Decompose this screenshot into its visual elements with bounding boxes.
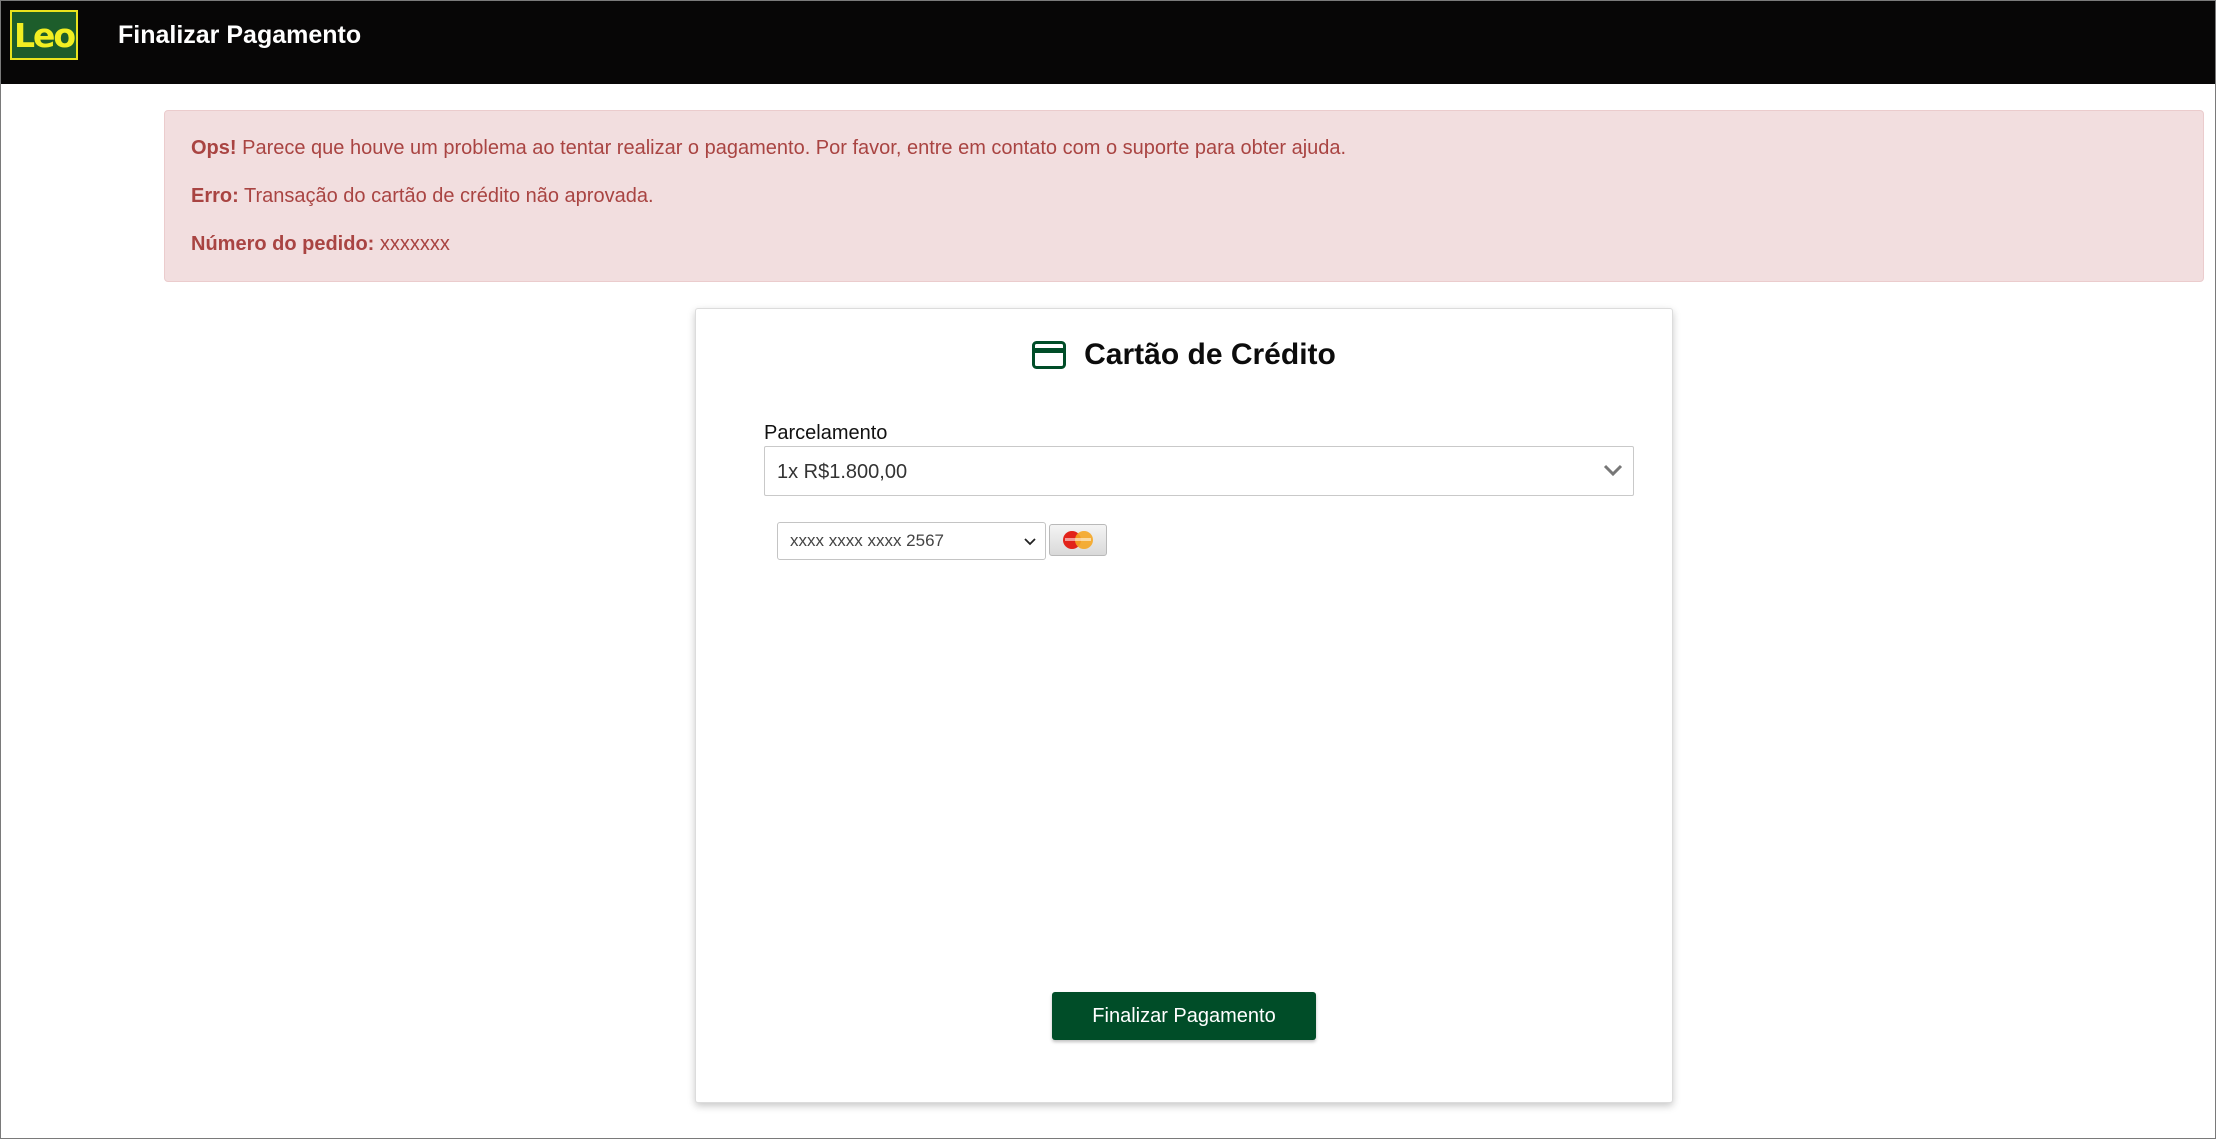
mastercard-circles-icon [1063, 531, 1093, 549]
page-title: Finalizar Pagamento [118, 21, 362, 49]
alert-ops-message: Ops! Parece que houve um problema ao ten… [191, 135, 1346, 161]
alert-order-number: Número do pedido: xxxxxxx [191, 231, 450, 257]
installments-label: Parcelamento [764, 422, 888, 444]
chevron-down-icon [1024, 538, 1036, 546]
alert-ops-label: Ops! [191, 137, 237, 159]
installments-value: 1x R$1.800,00 [777, 461, 908, 483]
saved-card-select[interactable]: xxxx xxxx xxxx 2567 [777, 522, 1046, 560]
logo-text: Leo [13, 15, 76, 55]
alert-error-label: Erro: [191, 185, 239, 207]
mastercard-logo-icon [1049, 524, 1107, 556]
saved-card-value: xxxx xxxx xxxx 2567 [790, 531, 944, 550]
alert-error-text: Transação do cartão de crédito não aprov… [238, 185, 654, 207]
card-header: Cartão de Crédito [696, 335, 1672, 375]
chevron-down-icon [1603, 464, 1623, 477]
alert-error-message: Erro: Transação do cartão de crédito não… [191, 183, 654, 209]
top-bar: Leo Finalizar Pagamento [1, 1, 2215, 84]
finalize-payment-button[interactable]: Finalizar Pagamento [1052, 992, 1316, 1040]
installments-select[interactable]: 1x R$1.800,00 [764, 446, 1634, 496]
error-alert: Ops! Parece que houve um problema ao ten… [164, 110, 2204, 282]
alert-order-label: Número do pedido: [191, 233, 375, 255]
payment-card-panel: Cartão de Crédito Parcelamento 1x R$1.80… [695, 308, 1673, 1103]
alert-order-value: xxxxxxx [374, 233, 450, 255]
credit-card-icon [1032, 341, 1067, 369]
card-title: Cartão de Crédito [1084, 338, 1336, 371]
alert-ops-text: Parece que houve um problema ao tentar r… [236, 137, 1347, 159]
leo-logo[interactable]: Leo [10, 10, 78, 60]
app-window: Leo Finalizar Pagamento Ops! Parece que … [0, 0, 2216, 1139]
